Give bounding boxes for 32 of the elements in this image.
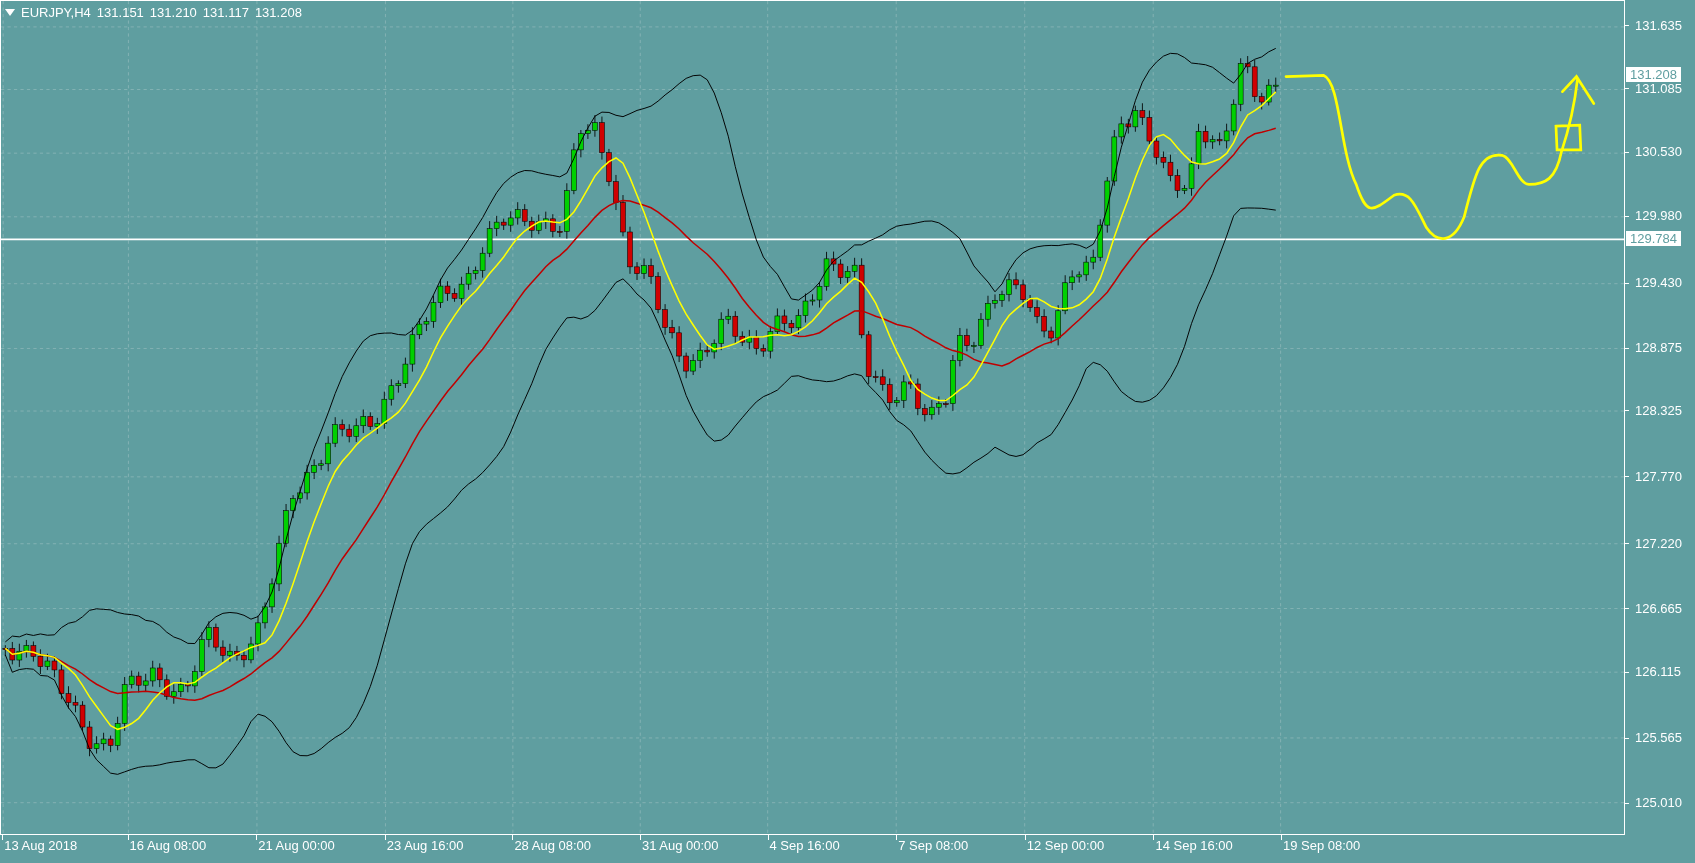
price-tick-label: 129.430 [1635,275,1682,292]
time-tick-label: 19 Sep 08:00 [1283,838,1361,854]
ohlc-value: 131.151 [96,4,144,22]
price-tick-label: 127.770 [1635,468,1682,485]
price-tick-label: 127.220 [1635,535,1682,552]
price-tick-label: 125.010 [1635,795,1682,812]
ohlc-value: 131.117 [202,4,249,22]
time-tick-label: 13 Aug 2018 [4,838,78,854]
price-tick-label: 131.635 [1635,17,1682,34]
price-tick-label: 128.875 [1635,340,1682,357]
price-tick-label: 129.980 [1635,208,1682,225]
price-tick-label: 125.565 [1635,730,1682,747]
price-tick-label: 128.325 [1635,402,1682,419]
time-tick-label: 28 Aug 08:00 [514,838,592,854]
time-tick-label: 31 Aug 00:00 [641,838,719,854]
time-tick-label: 21 Aug 00:00 [258,838,335,854]
time-tick-label: 4 Sep 16:00 [769,838,840,854]
time-tick-label: 7 Sep 08:00 [898,838,969,854]
ohlc-value: 131.208 [254,4,302,22]
symbol-timeframe-label: EURJPY,H4 [21,4,91,22]
time-tick-label: 14 Sep 16:00 [1155,838,1233,854]
time-tick-label: 16 Aug 08:00 [129,838,207,854]
time-tick-label: 12 Sep 00:00 [1026,838,1105,854]
price-tick-label: 130.530 [1635,144,1682,161]
price-marker-label: 131.208 [1626,66,1681,82]
price-tick-label: 126.665 [1635,600,1682,617]
price-marker-label: 129.784 [1626,230,1681,246]
ohlc-value: 131.210 [149,4,197,22]
price-tick-label: 131.085 [1635,80,1682,97]
time-tick-label: 23 Aug 16:00 [386,838,464,854]
price-tick-label: 126.115 [1635,664,1682,681]
dropdown-triangle-icon[interactable] [5,9,15,17]
